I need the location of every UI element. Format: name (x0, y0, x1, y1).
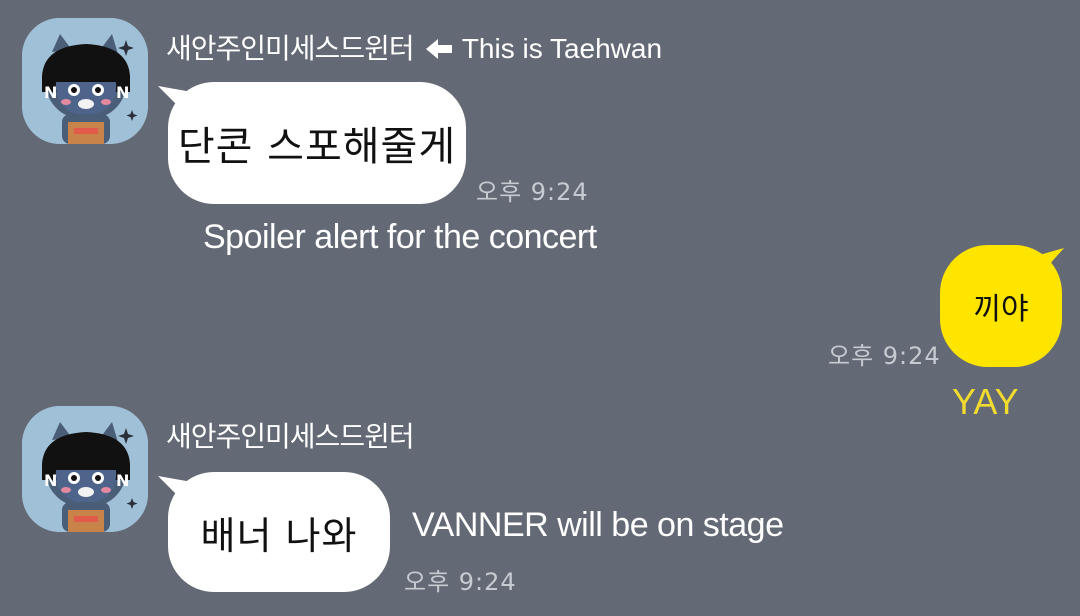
translation-caption-3: VANNER will be on stage (412, 506, 784, 544)
sender-name[interactable]: 새안주인미세스드윈터 (166, 32, 415, 65)
svg-text:N: N (44, 471, 57, 490)
character-avatar-icon: N N (22, 406, 148, 532)
translation-caption-1: Spoiler alert for the concert (203, 218, 597, 256)
message-text: 배너 나와 (200, 513, 358, 558)
message-bubble-1[interactable]: 단콘 스포해줄게 (168, 82, 466, 204)
sender-avatar-2[interactable]: N N (22, 406, 148, 532)
message-bubble-3[interactable]: 배너 나와 (168, 472, 390, 592)
svg-text:N: N (116, 471, 129, 490)
message-text: 끼야 (973, 292, 1029, 327)
message-bubble-2[interactable]: 끼야 (940, 245, 1062, 367)
annotation-note: This is Taehwan (461, 33, 663, 64)
sender-name[interactable]: 새안주인미세스드윈터 (166, 415, 415, 455)
message-text: 단콘 스포해줄게 (177, 124, 457, 170)
message-time-3: 오후 9:24 (404, 568, 517, 596)
message-time-2: 오후 9:24 (828, 342, 941, 370)
svg-text:N: N (44, 83, 57, 102)
character-avatar-icon: N N (22, 18, 148, 144)
sender-avatar-1[interactable]: N N (22, 18, 148, 144)
message-header-1: 새안주인미세스드윈터 This is Taehwan (166, 27, 662, 67)
left-arrow-icon (425, 39, 452, 59)
message-time-1: 오후 9:24 (476, 178, 589, 206)
translation-caption-2: YAY (952, 381, 1019, 422)
svg-text:N: N (116, 83, 129, 102)
